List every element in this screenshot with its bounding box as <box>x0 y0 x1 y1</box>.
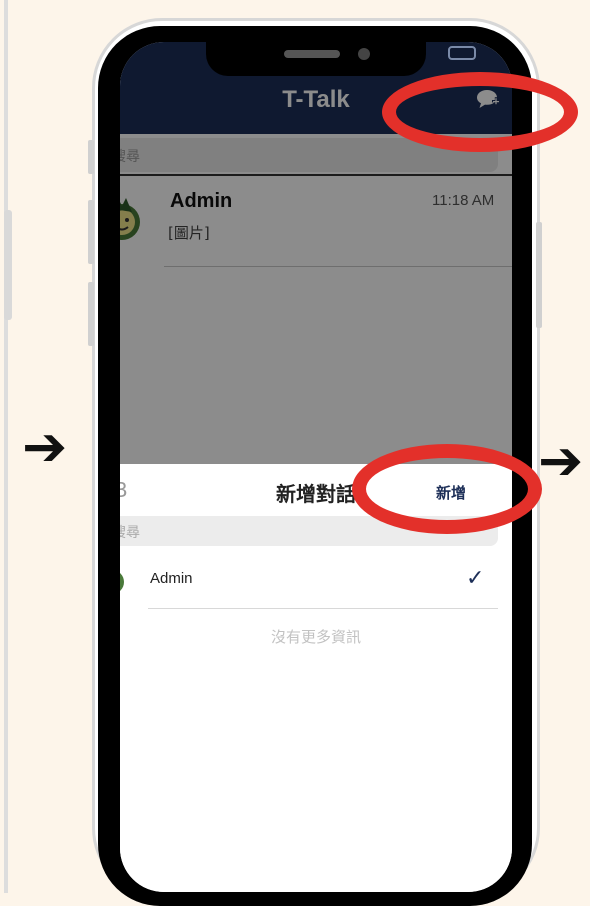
empty-message: 沒有更多資訊 <box>270 628 361 646</box>
contact-name[interactable]: Admin <box>150 570 193 587</box>
contact-divider <box>148 608 498 609</box>
contact-avatar <box>120 573 124 591</box>
volume-down-button <box>88 282 94 346</box>
highlight-circle-add <box>352 444 542 534</box>
left-phone-button <box>4 210 12 320</box>
camera <box>358 48 370 60</box>
speaker <box>284 50 340 58</box>
contact-search-placeholder: 搜尋 <box>120 525 140 541</box>
notch <box>206 40 426 76</box>
left-phone-edge <box>0 0 8 893</box>
highlight-circle-compose <box>382 72 578 152</box>
power-button <box>536 222 542 328</box>
battery-icon <box>448 46 476 60</box>
right-arrow-icon: ➔ <box>538 429 584 492</box>
checkmark-icon: ✓ <box>466 566 485 591</box>
right-arrow-icon: ➔ <box>22 415 68 478</box>
volume-up-button <box>88 200 94 264</box>
mute-switch <box>88 140 94 174</box>
